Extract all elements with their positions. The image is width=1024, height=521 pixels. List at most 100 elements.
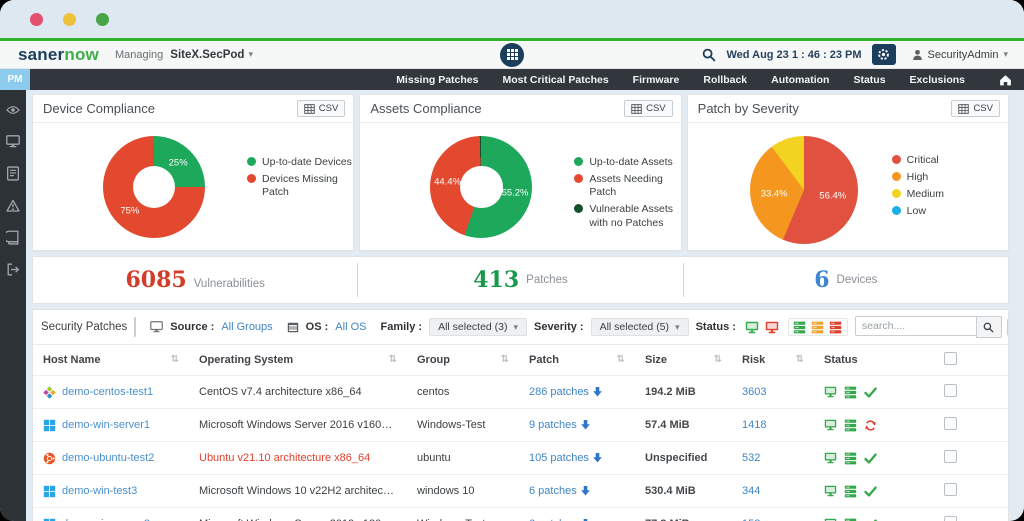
gear-icon xyxy=(877,48,890,61)
nav-item-exclusions[interactable]: Exclusions xyxy=(910,74,965,86)
severity-dropdown[interactable]: All selected (5) ▾ xyxy=(590,318,689,336)
download-icon xyxy=(580,486,590,496)
nav-item-automation[interactable]: Automation xyxy=(771,74,829,86)
catalog-icon[interactable] xyxy=(6,230,21,245)
risk-link[interactable]: 532 xyxy=(742,452,760,464)
csv-export-button[interactable]: CSV xyxy=(296,100,346,117)
sort-icon[interactable]: ⇅ xyxy=(714,354,722,365)
column-header-group[interactable]: Group ⇅ xyxy=(407,345,519,376)
module-badge[interactable]: PM xyxy=(0,69,30,90)
table-row: demo-win-test3 Microsoft Windows 10 v22H2… xyxy=(33,474,1008,508)
legend-item: Medium xyxy=(891,188,944,201)
sort-icon[interactable]: ⇅ xyxy=(389,354,397,365)
row-checkbox[interactable] xyxy=(944,384,957,397)
os-value-link[interactable]: All OS xyxy=(335,321,366,333)
host-link[interactable]: demo-ubuntu-test2 xyxy=(62,452,154,464)
legend-item: Devices Missing Patch xyxy=(247,173,353,199)
chevron-down-icon: ▾ xyxy=(1003,49,1008,59)
search-icon[interactable] xyxy=(702,48,716,62)
host-link[interactable]: demo-win-server1 xyxy=(62,419,150,431)
search-input[interactable] xyxy=(854,316,976,336)
monitor-green-icon xyxy=(824,452,837,464)
device-view-toggle[interactable] xyxy=(135,318,136,336)
severity-label: Severity : xyxy=(534,321,584,333)
risk-link[interactable]: 3603 xyxy=(742,386,766,398)
server-orange-filter-icon[interactable] xyxy=(809,319,827,335)
report-icon[interactable] xyxy=(6,166,21,181)
risk-link[interactable]: 344 xyxy=(742,485,760,497)
nav-item-status[interactable]: Status xyxy=(853,74,885,86)
sort-icon[interactable]: ⇅ xyxy=(171,354,179,365)
row-checkbox[interactable] xyxy=(944,483,957,496)
row-checkbox[interactable] xyxy=(944,417,957,430)
server-red-filter-icon[interactable] xyxy=(827,319,845,335)
family-dropdown[interactable]: All selected (3) ▾ xyxy=(429,318,528,336)
patch-count-link[interactable]: 9 patches xyxy=(529,419,590,431)
account-selector[interactable]: SiteX.SecPod ▾ xyxy=(170,49,253,61)
host-link[interactable]: demo-win-test3 xyxy=(62,485,137,497)
settings-button[interactable] xyxy=(871,44,896,65)
os-icon xyxy=(287,322,299,333)
user-menu[interactable]: SecurityAdmin ▾ xyxy=(906,49,1014,61)
chevron-down-icon: ▾ xyxy=(513,321,519,332)
search-button[interactable] xyxy=(975,316,1002,338)
eye-icon[interactable] xyxy=(6,102,21,117)
column-header-risk[interactable]: Risk ⇅ xyxy=(732,345,814,376)
patches-table-card: Security Patches Source : All Groups OS … xyxy=(32,309,1009,521)
patch-count-link[interactable]: 6 patches xyxy=(529,485,590,497)
assets-compliance-card: Assets Compliance CSV 55.2% 44.4% Up-to-d… xyxy=(359,94,682,251)
monitor-icon[interactable] xyxy=(6,134,21,149)
navbar-items: Missing Patches Most Critical Patches Firm… xyxy=(372,69,979,90)
windows-icon xyxy=(43,518,56,521)
sort-icon[interactable]: ⇅ xyxy=(617,354,625,365)
group-name: ubuntu xyxy=(417,452,451,464)
device-compliance-donut[interactable]: 25% 75% xyxy=(103,136,205,238)
sort-icon[interactable]: ⇅ xyxy=(501,354,509,365)
card-title: Assets Compliance xyxy=(370,101,482,116)
sort-icon[interactable]: ⇅ xyxy=(796,354,804,365)
csv-export-button[interactable]: CSV xyxy=(1006,318,1008,336)
table-toolbar: Security Patches Source : All Groups OS … xyxy=(33,310,1008,345)
server-green-filter-icon[interactable] xyxy=(791,319,809,335)
csv-export-button[interactable]: CSV xyxy=(951,100,1000,117)
source-value-link[interactable]: All Groups xyxy=(221,321,272,333)
slice-label: 55.2% xyxy=(501,187,529,199)
signout-icon[interactable] xyxy=(6,262,21,277)
patch-count-link[interactable]: 105 patches xyxy=(529,452,602,464)
table-search xyxy=(854,316,1002,338)
ubuntu-icon xyxy=(43,452,56,465)
legend-item: Low xyxy=(891,205,944,218)
select-all-checkbox[interactable] xyxy=(944,352,957,365)
check-green-icon xyxy=(864,518,877,521)
patch-count-link[interactable]: 286 patches xyxy=(529,386,602,398)
maximize-window-icon[interactable] xyxy=(96,12,109,26)
column-header-patch[interactable]: Patch ⇅ xyxy=(519,345,635,376)
warning-icon[interactable] xyxy=(6,198,21,213)
assets-compliance-donut[interactable]: 55.2% 44.4% xyxy=(430,136,533,238)
column-header-host-name[interactable]: Host Name ⇅ xyxy=(33,345,189,376)
close-window-icon[interactable] xyxy=(30,12,43,26)
row-checkbox[interactable] xyxy=(944,516,957,521)
module-navbar: PM Missing Patches Most Critical Patches F… xyxy=(0,69,1024,90)
csv-export-button[interactable]: CSV xyxy=(624,100,673,117)
nav-item-missing-patches[interactable]: Missing Patches xyxy=(396,74,478,86)
nav-item-firmware[interactable]: Firmware xyxy=(633,74,680,86)
column-header-size[interactable]: Size ⇅ xyxy=(635,345,732,376)
nav-item-most-critical-patches[interactable]: Most Critical Patches xyxy=(502,74,608,86)
host-link[interactable]: demo-centos-test1 xyxy=(62,386,153,398)
nav-item-rollback[interactable]: Rollback xyxy=(703,74,747,86)
home-icon[interactable] xyxy=(999,69,1012,90)
column-header-operating-system[interactable]: Operating System ⇅ xyxy=(189,345,407,376)
patch-severity-pie[interactable]: 56.4% 33.4% xyxy=(749,136,858,244)
monitor-green-filter-icon[interactable] xyxy=(743,319,761,335)
group-name: Windows-Test xyxy=(417,419,486,431)
chart-legend: Up-to-date Devices Devices Missing Patch xyxy=(247,156,353,203)
monitor-red-filter-icon[interactable] xyxy=(763,319,781,335)
row-checkbox[interactable] xyxy=(944,450,957,463)
minimize-window-icon[interactable] xyxy=(63,12,76,26)
column-header-status: Status xyxy=(814,345,934,376)
apps-grid-icon[interactable] xyxy=(500,42,524,67)
patches-stat: 413 Patches xyxy=(357,263,682,297)
risk-link[interactable]: 1418 xyxy=(742,419,766,431)
device-compliance-card: Device Compliance CSV 25% 75% Up-to-date … xyxy=(32,94,355,251)
